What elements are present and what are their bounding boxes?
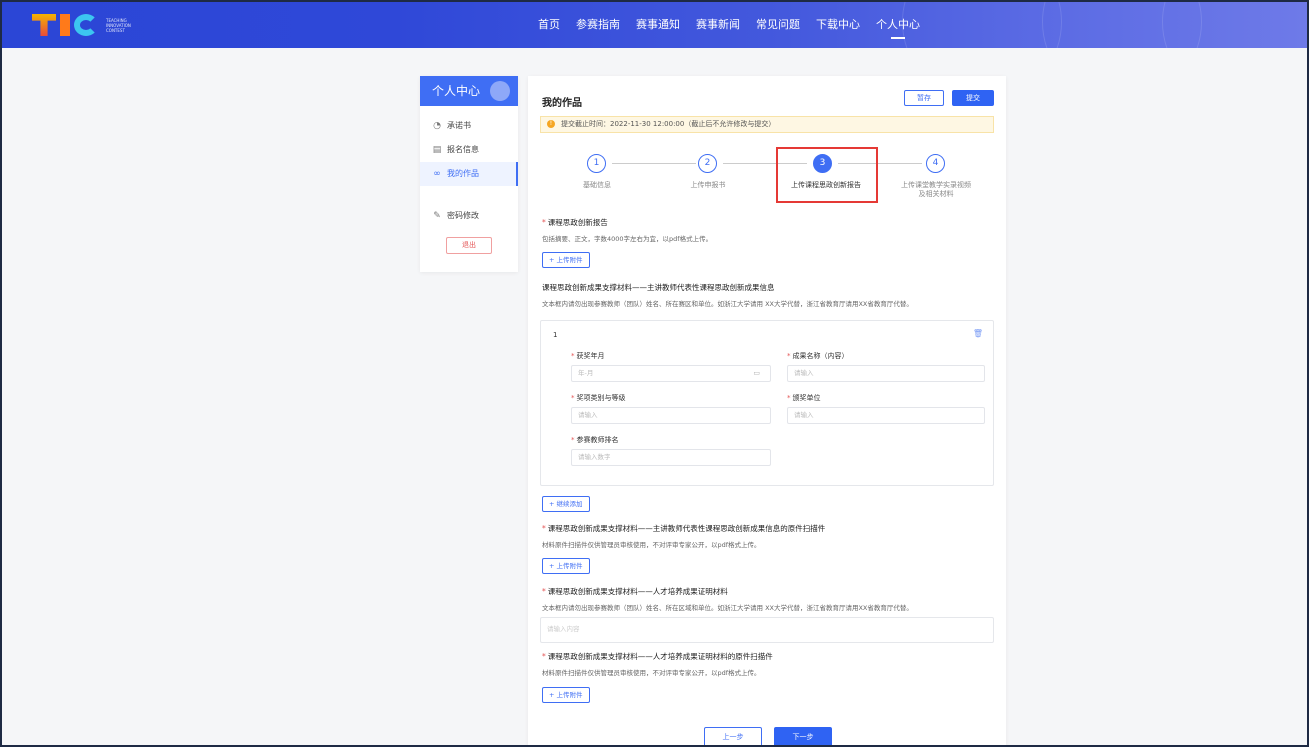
logo-i-icon xyxy=(60,14,70,36)
sidebar-title: 个人中心 xyxy=(432,84,481,98)
teacher-rank-label: * 参赛教师排名 xyxy=(571,436,619,444)
step-2-label: 上传申报书 xyxy=(690,181,726,189)
scan-section-title: * 课程思政创新成果支撑材料——主讲教师代表性课程思政创新成果信息的原件扫描件 xyxy=(542,524,826,533)
main-nav: 首页 参赛指南 赛事通知 赛事新闻 常见问题 下载中心 个人中心 xyxy=(538,2,920,48)
sidebar-item-label: 我的作品 xyxy=(447,169,479,178)
scan-section-desc: 材料原件扫描件仅供管理员审核使用，不对评审专家公开，以pdf格式上传。 xyxy=(542,541,761,549)
step-1-label: 基础信息 xyxy=(583,181,611,189)
report-section-desc: 包括摘要、正文，字数4000字左右为宜，以pdf格式上传。 xyxy=(542,235,713,243)
award-level-input[interactable]: 请输入 xyxy=(571,407,771,424)
upload-talent-scan-button[interactable]: + 上传附件 xyxy=(542,687,590,703)
sidebar-item-label: 报名信息 xyxy=(447,145,479,154)
nav-guide[interactable]: 参赛指南 xyxy=(576,2,620,48)
sidebar-item-label: 密码修改 xyxy=(447,211,479,220)
save-draft-button[interactable]: 暂存 xyxy=(904,90,944,106)
submit-button[interactable]: 提交 xyxy=(952,90,994,106)
header-decoration xyxy=(1162,2,1307,48)
top-nav-bar: TEACHING INNOVATION CONTEST 首页 参赛指南 赛事通知… xyxy=(2,2,1307,48)
edit-icon: ✎ xyxy=(433,211,441,221)
nav-news[interactable]: 赛事新闻 xyxy=(696,2,740,48)
issuer-input[interactable]: 请输入 xyxy=(787,407,985,424)
warning-icon: ! xyxy=(547,120,555,128)
achievement-name-input[interactable]: 请输入 xyxy=(787,365,985,382)
prev-step-button[interactable]: 上一步 xyxy=(704,727,762,745)
calendar-icon: ▭ xyxy=(753,369,760,377)
avatar[interactable] xyxy=(490,81,510,101)
nav-personal-center[interactable]: 个人中心 xyxy=(876,2,920,48)
nav-notice[interactable]: 赛事通知 xyxy=(636,2,680,48)
step-4-label: 上传课堂教学实录视频及相关材料 xyxy=(901,181,971,198)
add-entry-button[interactable]: + 继续添加 xyxy=(542,496,590,512)
deadline-text: 提交截止时间：2022-11-30 12:00:00（截止后不允许修改与提交） xyxy=(561,120,776,128)
nav-download[interactable]: 下载中心 xyxy=(816,2,860,48)
sidebar-item-pledge[interactable]: ◔ 承诺书 xyxy=(420,114,518,138)
sidebar-item-my-works[interactable]: ∞ 我的作品 xyxy=(420,162,518,186)
circle-icon: ◔ xyxy=(433,121,441,131)
step-4-circle: 4 xyxy=(926,154,945,173)
sidebar-header: 个人中心 xyxy=(420,76,518,106)
step-2-circle: 2 xyxy=(698,154,717,173)
achievement-entry-panel: 1 🗑 * 获奖年月 年-月 ▭ * 成果名称（内容） 请输入 * 奖项类别与等级 请… xyxy=(540,320,994,486)
entry-index: 1 xyxy=(553,331,558,339)
form-icon: ▤ xyxy=(432,145,442,155)
upload-report-button[interactable]: + 上传附件 xyxy=(542,252,590,268)
logo-c-icon xyxy=(74,14,98,36)
talent-proof-textarea[interactable]: 请输入内容 xyxy=(540,617,994,643)
achievement-info-title: 课程思政创新成果支撑材料——主讲教师代表性课程思政创新成果信息 xyxy=(542,283,775,292)
award-date-label: * 获奖年月 xyxy=(571,352,605,360)
page-frame: TEACHING INNOVATION CONTEST 首页 参赛指南 赛事通知… xyxy=(0,0,1309,747)
sidebar-item-registration[interactable]: ▤ 报名信息 xyxy=(420,138,518,162)
nav-faq[interactable]: 常见问题 xyxy=(756,2,800,48)
logo-text: TEACHING INNOVATION CONTEST xyxy=(106,17,131,33)
step-connector xyxy=(612,163,696,164)
achievement-info-desc: 文本框内请勿出现参赛教师（团队）姓名、所在赛区和单位。如浙江大学请用 XX大学代… xyxy=(542,300,913,308)
next-step-button[interactable]: 下一步 xyxy=(774,727,832,745)
required-mark: * xyxy=(542,218,546,227)
page-title: 我的作品 xyxy=(542,98,582,109)
award-date-picker[interactable]: 年-月 ▭ xyxy=(571,365,771,382)
logo-t-icon xyxy=(32,14,56,36)
report-section-title: * 课程思政创新报告 xyxy=(542,217,608,228)
main-panel: 我的作品 暂存 提交 ! 提交截止时间：2022-11-30 12:00:00（… xyxy=(528,76,1006,745)
nav-home[interactable]: 首页 xyxy=(538,2,560,48)
issuer-label: * 颁奖单位 xyxy=(787,394,821,402)
deadline-notice: ! 提交截止时间：2022-11-30 12:00:00（截止后不允许修改与提交… xyxy=(540,116,994,133)
achievement-name-label: * 成果名称（内容） xyxy=(787,352,849,360)
step-1-circle: 1 xyxy=(587,154,606,173)
link-icon: ∞ xyxy=(433,169,441,179)
sidebar: 个人中心 ◔ 承诺书 ▤ 报名信息 ∞ 我的作品 ✎ 密码修改 退出 xyxy=(420,76,518,272)
logout-button[interactable]: 退出 xyxy=(446,237,492,254)
talent-scan-desc: 材料原件扫描件仅供管理员审核使用，不对评审专家公开，以pdf格式上传。 xyxy=(542,669,761,677)
award-date-placeholder: 年-月 xyxy=(578,369,594,377)
trash-icon[interactable]: 🗑 xyxy=(973,329,983,338)
current-step-highlight xyxy=(776,147,878,203)
site-logo[interactable]: TEACHING INNOVATION CONTEST xyxy=(32,12,152,38)
talent-scan-title: * 课程思政创新成果支撑材料——人才培养成果证明材料的原件扫描件 xyxy=(542,652,773,661)
talent-proof-desc: 文本框内请勿出现参赛教师（团队）姓名、所在区域和单位。如浙江大学请用 XX大学代… xyxy=(542,604,913,612)
award-level-label: * 奖项类别与等级 xyxy=(571,394,626,402)
talent-proof-title: * 课程思政创新成果支撑材料——人才培养成果证明材料 xyxy=(542,587,728,596)
report-title-text: 课程思政创新报告 xyxy=(547,218,608,227)
header-decoration xyxy=(902,2,1062,48)
teacher-rank-input[interactable]: 请输入数字 xyxy=(571,449,771,466)
upload-scan-button[interactable]: + 上传附件 xyxy=(542,558,590,574)
sidebar-item-label: 承诺书 xyxy=(447,121,471,130)
sidebar-item-password[interactable]: ✎ 密码修改 xyxy=(420,204,518,228)
